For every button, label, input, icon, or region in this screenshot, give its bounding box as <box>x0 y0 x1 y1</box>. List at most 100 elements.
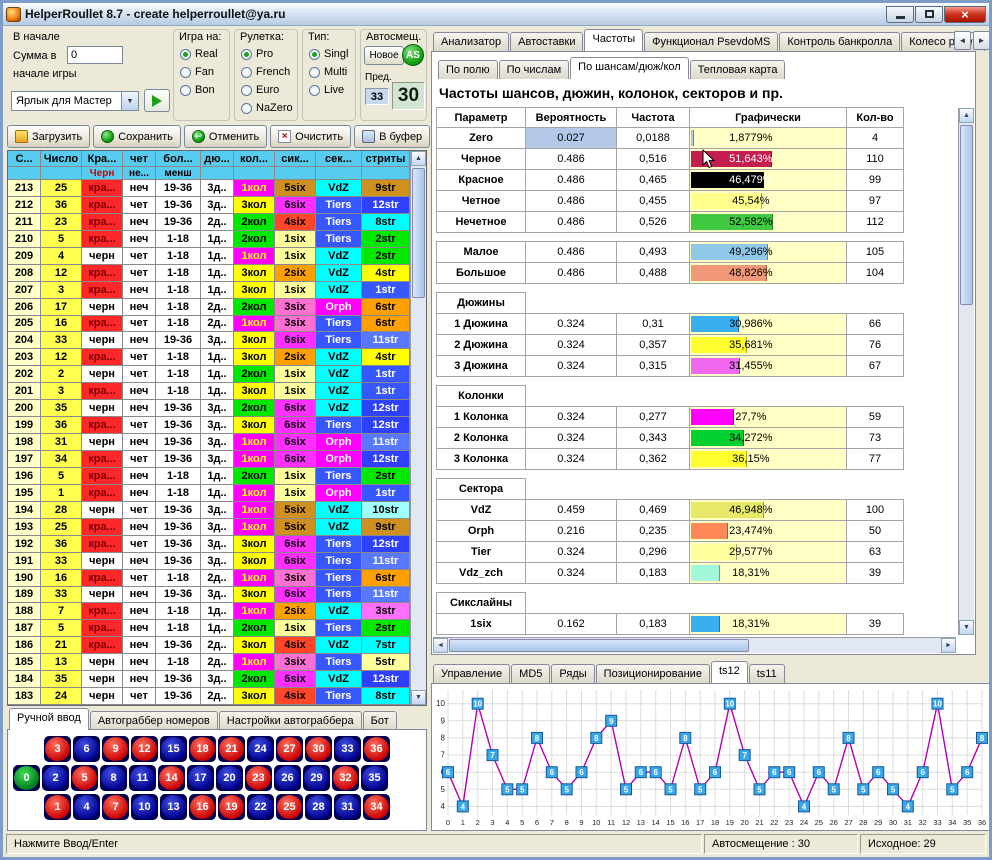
number-28[interactable]: 28 <box>305 794 332 820</box>
freq-row[interactable]: 3 Дюжина0.3240,31531,455%67 <box>437 356 913 377</box>
number-13[interactable]: 13 <box>160 794 187 820</box>
radio-singl[interactable]: Singl <box>303 45 355 63</box>
number-30[interactable]: 30 <box>305 736 332 762</box>
spins-col-header[interactable]: Кра... <box>82 151 123 167</box>
tab-ряды[interactable]: Ряды <box>551 664 594 683</box>
spins-col-header[interactable]: дю... <box>201 151 234 167</box>
spin-row[interactable]: 21123кра...неч19-362д..2кол4sixTiers8str <box>8 214 410 231</box>
freq-col-header[interactable]: Кол-во <box>846 107 904 128</box>
spin-row[interactable]: 19325кра...неч19-363д..1кол5sixVdZ9str <box>8 519 410 536</box>
save-button[interactable]: Сохранить <box>93 125 181 148</box>
number-25[interactable]: 25 <box>276 794 303 820</box>
spin-row[interactable]: 19016кра...чет1-182д..1кол3sixTiers6str <box>8 570 410 587</box>
number-33[interactable]: 33 <box>334 736 361 762</box>
spins-scrollbar[interactable]: ▲ ▼ <box>410 151 426 705</box>
scrollbar-thumb[interactable] <box>412 168 425 298</box>
spins-col-header[interactable]: сек... <box>316 151 362 167</box>
start-sum-input[interactable] <box>67 46 123 64</box>
tab-частоты[interactable]: Частоты <box>584 29 643 51</box>
radio-pro[interactable]: Pro <box>235 45 297 63</box>
freq-col-header[interactable]: Графически <box>689 107 847 128</box>
tab-контроль-банкролла[interactable]: Контроль банкролла <box>779 32 900 51</box>
spins-col-header[interactable]: Число <box>41 151 82 167</box>
freq-row[interactable]: VdZ0.4590,46946,948%100 <box>437 500 913 521</box>
number-35[interactable]: 35 <box>361 765 388 791</box>
freq-row[interactable]: Orph0.2160,23523,474%50 <box>437 521 913 542</box>
freq-row[interactable]: 3 Колонка0.3240,36236,15%77 <box>437 449 913 470</box>
number-16[interactable]: 16 <box>189 794 216 820</box>
number-7[interactable]: 7 <box>102 794 129 820</box>
freq-col-header[interactable]: Вероятность <box>525 107 617 128</box>
number-18[interactable]: 18 <box>189 736 216 762</box>
number-19[interactable]: 19 <box>218 794 245 820</box>
number-4[interactable]: 4 <box>73 794 100 820</box>
freq-col-header[interactable]: Параметр <box>436 107 526 128</box>
freq-row[interactable]: Нечетное0.4860,52652,582%112 <box>437 212 913 233</box>
new-shift-button[interactable]: Новое <box>364 46 404 65</box>
freq-row[interactable]: Большое0.4860,48848,826%104 <box>437 263 913 284</box>
number-34[interactable]: 34 <box>363 794 390 820</box>
spin-row[interactable]: 19428чернчет19-363д..1кол5sixVdZ10str <box>8 502 410 519</box>
tabs-scroll-right-icon[interactable] <box>973 31 990 50</box>
spins-col-header[interactable]: С... <box>8 151 41 167</box>
spin-row[interactable]: 2094чернчет1-181д..1кол1sixVdZ2str <box>8 248 410 265</box>
tab-настройки-автограббера[interactable]: Настройки автограббера <box>219 711 362 730</box>
tab-md5[interactable]: MD5 <box>511 664 550 683</box>
freq-row[interactable]: Черное0.4860,51651,643%110 <box>437 149 913 170</box>
scroll-right-icon[interactable]: ► <box>941 638 956 653</box>
freq-row[interactable]: Четное0.4860,45545,54%97 <box>437 191 913 212</box>
tab-тепловая-карта[interactable]: Тепловая карта <box>690 60 786 79</box>
spin-row[interactable]: 21325кра...неч19-363д..1кол5sixVdZ9str <box>8 180 410 197</box>
spins-col-header[interactable]: бол... <box>156 151 201 167</box>
tab-автограббер-номеров[interactable]: Автограббер номеров <box>90 711 218 730</box>
freq-col-header[interactable]: Частота <box>616 107 690 128</box>
number-21[interactable]: 21 <box>218 736 245 762</box>
spin-row[interactable]: 18513черннеч1-182д..1кол3sixTiers5str <box>8 654 410 671</box>
number-3[interactable]: 3 <box>44 736 71 762</box>
radio-real[interactable]: Real <box>174 45 229 63</box>
radio-french[interactable]: French <box>235 63 297 81</box>
spin-row[interactable]: 1887кра...неч1-181д..1кол2sixVdZ3str <box>8 603 410 620</box>
spins-col-header[interactable]: чет <box>123 151 156 167</box>
spin-row[interactable]: 18933черннеч19-363д..3кол6sixTiers11str <box>8 587 410 604</box>
spin-row[interactable]: 2013кра...неч1-181д..3кол1sixVdZ1str <box>8 383 410 400</box>
spin-row[interactable]: 1875кра...неч1-181д..2кол1sixTiers2str <box>8 620 410 637</box>
spin-row[interactable]: 20433черннеч19-363д..3кол6sixTiers11str <box>8 332 410 349</box>
freq-row[interactable]: 2 Колонка0.3240,34334,272%73 <box>437 428 913 449</box>
tab-ts12[interactable]: ts12 <box>711 661 748 683</box>
spins-col-header[interactable]: стриты <box>362 151 410 167</box>
spin-row[interactable]: 21236кра...чет19-363д..3кол6sixTiers12st… <box>8 197 410 214</box>
spin-row[interactable]: 2073кра...неч1-181д..3кол1sixVdZ1str <box>8 282 410 299</box>
buffer-button[interactable]: В буфер <box>354 125 430 148</box>
radio-bon[interactable]: Bon <box>174 81 229 99</box>
close-button[interactable] <box>944 6 986 23</box>
spin-row[interactable]: 19936кра...чет19-363д..3кол6sixTiers12st… <box>8 417 410 434</box>
spin-row[interactable]: 1951кра...неч1-181д..1кол1sixOrph1str <box>8 485 410 502</box>
radio-euro[interactable]: Euro <box>235 81 297 99</box>
radio-nazero[interactable]: NaZero <box>235 99 297 117</box>
spin-row[interactable]: 20812кра...чет1-181д..3кол2sixVdZ4str <box>8 265 410 282</box>
play-button[interactable] <box>144 89 170 112</box>
freq-row[interactable]: 2 Дюжина0.3240,35735,681%76 <box>437 335 913 356</box>
spin-row[interactable]: 20516кра...чет1-182д..1кол3sixTiers6str <box>8 316 410 333</box>
freq-vscrollbar[interactable]: ▲ ▼ <box>958 108 974 635</box>
scroll-down-icon[interactable]: ▼ <box>411 690 426 705</box>
freq-row[interactable]: Zero0.0270,01881,8779%4 <box>437 128 913 149</box>
spin-row[interactable]: 20035черннеч19-363д..2кол6sixVdZ12str <box>8 400 410 417</box>
tab-по-числам[interactable]: По числам <box>499 60 570 79</box>
spin-row[interactable]: 19734кра...чет19-363д..1кол6sixOrph12str <box>8 451 410 468</box>
number-29[interactable]: 29 <box>303 765 330 791</box>
preset-dropdown[interactable]: Ярлык для Мастер <box>11 91 139 111</box>
freq-row[interactable]: Малое0.4860,49349,296%105 <box>437 242 913 263</box>
scroll-down-icon[interactable]: ▼ <box>959 620 974 635</box>
chevron-down-icon[interactable] <box>121 92 138 110</box>
number-36[interactable]: 36 <box>363 736 390 762</box>
spins-col-header[interactable]: сик... <box>275 151 316 167</box>
radio-multi[interactable]: Multi <box>303 63 355 81</box>
tab-позиционирование[interactable]: Позиционирование <box>596 664 710 683</box>
number-27[interactable]: 27 <box>276 736 303 762</box>
number-5[interactable]: 5 <box>71 765 98 791</box>
tabs-scroll-left-icon[interactable] <box>954 31 971 50</box>
spin-row[interactable]: 18324чернчет19-362д..3кол4sixTiers8str <box>8 688 410 705</box>
number-24[interactable]: 24 <box>247 736 274 762</box>
